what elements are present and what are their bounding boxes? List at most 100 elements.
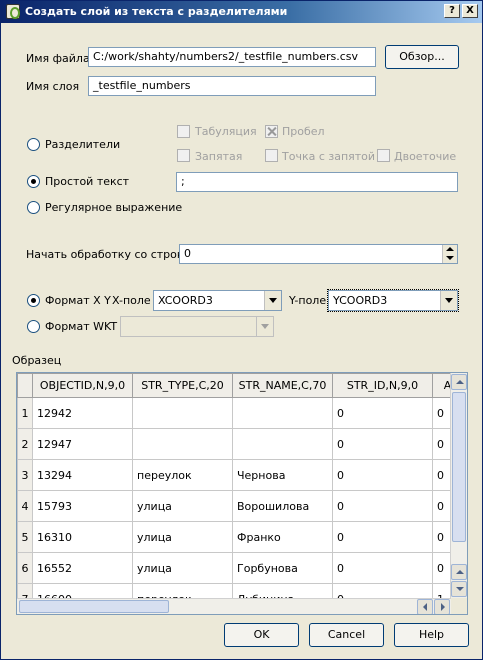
table-cell[interactable]: улица — [132, 490, 233, 522]
table-corner[interactable] — [17, 373, 33, 398]
scroll-down-icon[interactable] — [451, 581, 467, 597]
table-cell[interactable] — [132, 397, 233, 429]
x-field-select[interactable]: XCOORD3 — [153, 290, 282, 311]
help-title-button[interactable]: ? — [444, 4, 460, 18]
delimiters-radio[interactable] — [27, 138, 40, 151]
help-button[interactable]: Help — [394, 623, 469, 647]
column-header[interactable]: OBJECTID,N,9,0 — [32, 373, 133, 398]
column-header[interactable]: STR_ID,N,9,0 — [332, 373, 433, 398]
table-row: 4 15793 улица Ворошилова 0 0 — [17, 490, 463, 522]
table-cell[interactable] — [232, 397, 333, 429]
table-cell[interactable]: Франко — [232, 521, 333, 553]
table-cell[interactable] — [232, 428, 333, 460]
file-name-label: Имя файла — [26, 52, 90, 65]
vertical-scrollbar[interactable] — [450, 373, 467, 599]
table-row: 3 13294 переулок Чернова 0 0 — [17, 459, 463, 491]
y-field-label: Y-поле — [289, 294, 327, 307]
plain-text-input[interactable]: ; — [176, 172, 458, 192]
table-cell[interactable]: Ворошилова — [232, 490, 333, 522]
x-field-label: X-поле — [112, 294, 151, 307]
scroll-up-icon[interactable] — [451, 374, 467, 390]
chevron-down-icon[interactable] — [440, 291, 457, 310]
file-name-input[interactable]: C:/work/shahty/numbers2/_testfile_number… — [88, 47, 376, 67]
row-header[interactable]: 5 — [17, 521, 33, 553]
title-bar: Создать слой из текста с разделителями ?… — [1, 1, 482, 23]
regex-radio[interactable] — [27, 201, 40, 214]
horizontal-scrollbar[interactable] — [17, 598, 467, 614]
space-checkbox[interactable] — [265, 125, 278, 138]
start-row-spinner[interactable] — [442, 245, 457, 263]
layer-name-input[interactable]: _testfile_numbers — [88, 76, 376, 96]
plain-text-radio[interactable] — [27, 175, 40, 188]
table-cell[interactable]: Чернова — [232, 459, 333, 491]
table-row: 2 12947 0 0 — [17, 428, 463, 460]
wkt-field-select[interactable] — [120, 316, 274, 337]
row-header[interactable]: 3 — [17, 459, 33, 491]
x-field-value: XCOORD3 — [158, 294, 213, 307]
layer-name-label: Имя слоя — [26, 80, 80, 93]
scroll-up-icon[interactable] — [451, 564, 467, 580]
qgis-logo-icon — [6, 4, 20, 19]
browse-button[interactable]: Обзор... — [385, 45, 459, 69]
table-cell[interactable]: 0 — [332, 552, 433, 584]
ok-button[interactable]: OK — [224, 623, 299, 647]
table-cell[interactable]: улица — [132, 552, 233, 584]
regex-label: Регулярное выражение — [45, 201, 183, 214]
chevron-down-icon[interactable] — [256, 317, 273, 336]
colon-checkbox[interactable] — [377, 149, 390, 162]
table-cell[interactable]: улица — [132, 521, 233, 553]
delimiters-label: Разделители — [45, 138, 121, 151]
spin-up-icon[interactable] — [443, 245, 458, 254]
table-cell[interactable] — [132, 428, 233, 460]
column-header[interactable]: STR_TYPE,C,20 — [132, 373, 233, 398]
colon-checkbox-label: Двоеточие — [394, 150, 457, 163]
table-cell[interactable]: Горбунова — [232, 552, 333, 584]
row-header[interactable]: 4 — [17, 490, 33, 522]
scroll-right-icon[interactable] — [434, 599, 450, 614]
table-cell[interactable]: 0 — [332, 428, 433, 460]
table-cell[interactable]: 0 — [332, 459, 433, 491]
start-row-input[interactable]: 0 — [179, 244, 458, 264]
spin-down-icon[interactable] — [443, 254, 458, 263]
format-wkt-label: Формат WKT — [45, 320, 118, 333]
table-cell[interactable]: 16552 — [32, 552, 133, 584]
cancel-button[interactable]: Cancel — [309, 623, 384, 647]
row-header[interactable]: 6 — [17, 552, 33, 584]
start-row-label: Начать обработку со строки — [26, 248, 191, 261]
close-title-button[interactable]: X — [462, 4, 478, 18]
format-wkt-radio[interactable] — [27, 320, 40, 333]
vertical-scroll-thumb[interactable] — [452, 392, 466, 542]
horizontal-scroll-thumb[interactable] — [19, 600, 169, 613]
y-field-value: YCOORD3 — [333, 294, 388, 307]
table-row: 5 16310 улица Франко 0 0 — [17, 521, 463, 553]
comma-checkbox[interactable] — [177, 149, 190, 162]
table-cell[interactable]: 0 — [332, 490, 433, 522]
tab-checkbox[interactable] — [177, 125, 190, 138]
space-checkbox-label: Пробел — [282, 125, 325, 138]
dialog-window: Создать слой из текста с разделителями ?… — [0, 0, 483, 660]
format-xy-label: Формат X Y — [45, 294, 111, 307]
table-row: 6 16552 улица Горбунова 0 0 — [17, 552, 463, 584]
row-header[interactable]: 1 — [17, 397, 33, 429]
row-header[interactable]: 2 — [17, 428, 33, 460]
table-cell[interactable]: 0 — [332, 521, 433, 553]
table-cell[interactable]: 15793 — [32, 490, 133, 522]
sample-table[interactable]: OBJECTID,N,9,0 STR_TYPE,C,20 STR_NAME,C,… — [16, 372, 468, 615]
sample-label: Образец — [12, 354, 62, 367]
table-cell[interactable]: 12947 — [32, 428, 133, 460]
comma-checkbox-label: Запятая — [195, 150, 243, 163]
y-field-select[interactable]: YCOORD3 — [327, 289, 459, 312]
table-cell[interactable]: 0 — [332, 397, 433, 429]
size-grip-icon — [451, 598, 467, 614]
table-cell[interactable]: переулок — [132, 459, 233, 491]
semicolon-checkbox[interactable] — [265, 149, 278, 162]
table-cell[interactable]: 12942 — [32, 397, 133, 429]
window-title: Создать слой из текста с разделителями — [25, 5, 288, 18]
plain-text-label: Простой текст — [45, 175, 130, 188]
table-cell[interactable]: 13294 — [32, 459, 133, 491]
format-xy-radio[interactable] — [27, 294, 40, 307]
table-cell[interactable]: 16310 — [32, 521, 133, 553]
column-header[interactable]: STR_NAME,C,70 — [232, 373, 333, 398]
chevron-down-icon[interactable] — [264, 291, 281, 310]
scroll-left-icon[interactable] — [417, 599, 433, 614]
